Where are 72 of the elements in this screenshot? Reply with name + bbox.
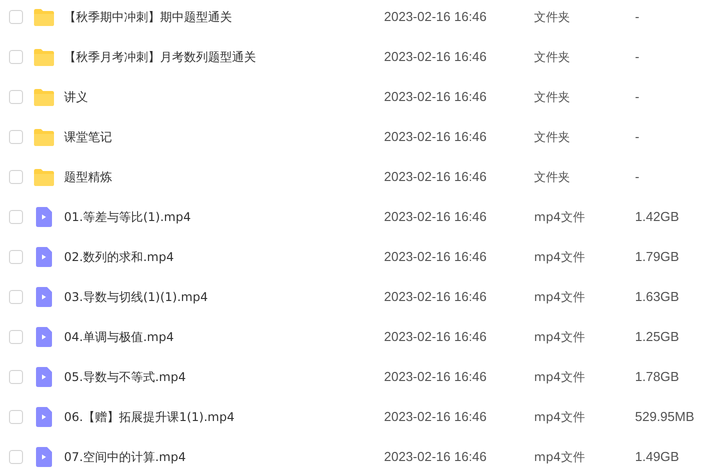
- modified-date: 2023-02-16 16:46: [384, 288, 488, 306]
- folder-icon: [34, 128, 54, 146]
- file-type: mp4文件: [534, 209, 586, 226]
- file-name[interactable]: 【秋季期中冲刺】期中题型通关: [64, 8, 384, 26]
- file-type: 文件夹: [534, 169, 571, 186]
- file-name[interactable]: 01.等差与等比(1).mp4: [64, 208, 384, 226]
- checkbox[interactable]: [9, 250, 23, 264]
- checkbox[interactable]: [9, 10, 23, 24]
- modified-date: 2023-02-16 16:46: [384, 208, 488, 226]
- file-size: -: [635, 88, 640, 106]
- file-size: 1.49GB: [635, 448, 680, 466]
- video-file-icon: [36, 207, 52, 227]
- checkbox[interactable]: [9, 410, 23, 424]
- file-type: 文件夹: [534, 129, 571, 146]
- checkbox[interactable]: [9, 370, 23, 384]
- file-name[interactable]: 讲义: [64, 88, 384, 106]
- checkbox[interactable]: [9, 130, 23, 144]
- file-size: 1.78GB: [635, 368, 680, 386]
- checkbox[interactable]: [9, 170, 23, 184]
- checkbox[interactable]: [9, 50, 23, 64]
- file-type: 文件夹: [534, 9, 571, 26]
- file-size: -: [635, 168, 640, 186]
- file-name[interactable]: 04.单调与极值.mp4: [64, 328, 384, 346]
- file-type: mp4文件: [534, 329, 586, 346]
- file-type: mp4文件: [534, 369, 586, 386]
- folder-icon: [34, 168, 54, 186]
- modified-date: 2023-02-16 16:46: [384, 128, 488, 146]
- folder-icon: [34, 88, 54, 106]
- file-type: 文件夹: [534, 89, 571, 106]
- modified-date: 2023-02-16 16:46: [384, 368, 488, 386]
- modified-date: 2023-02-16 16:46: [384, 408, 488, 426]
- video-file-icon: [36, 367, 52, 387]
- file-name[interactable]: 【秋季月考冲刺】月考数列题型通关: [64, 48, 384, 66]
- video-file-icon: [36, 447, 52, 467]
- modified-date: 2023-02-16 16:46: [384, 88, 488, 106]
- file-type: mp4文件: [534, 249, 586, 266]
- modified-date: 2023-02-16 16:46: [384, 168, 488, 186]
- file-name[interactable]: 06.【赠】拓展提升课1(1).mp4: [64, 408, 384, 426]
- file-name[interactable]: 03.导数与切线(1)(1).mp4: [64, 288, 384, 306]
- modified-date: 2023-02-16 16:46: [384, 248, 488, 266]
- video-file-icon: [36, 287, 52, 307]
- video-file-icon: [36, 247, 52, 267]
- modified-date: 2023-02-16 16:46: [384, 48, 488, 66]
- video-file-icon: [36, 327, 52, 347]
- checkbox[interactable]: [9, 90, 23, 104]
- file-name[interactable]: 05.导数与不等式.mp4: [64, 368, 384, 386]
- file-name[interactable]: 02.数列的求和.mp4: [64, 248, 384, 266]
- file-name[interactable]: 课堂笔记: [64, 128, 384, 146]
- folder-icon: [34, 8, 54, 26]
- folder-icon: [34, 48, 54, 66]
- checkbox[interactable]: [9, 210, 23, 224]
- file-size: 529.95MB: [635, 408, 694, 426]
- file-size: 1.25GB: [635, 328, 680, 346]
- file-size: 1.42GB: [635, 208, 680, 226]
- file-size: 1.79GB: [635, 248, 680, 266]
- file-name[interactable]: 题型精炼: [64, 168, 384, 186]
- video-file-icon: [36, 407, 52, 427]
- file-size: -: [635, 128, 640, 146]
- checkbox[interactable]: [9, 330, 23, 344]
- modified-date: 2023-02-16 16:46: [384, 448, 488, 466]
- file-size: -: [635, 8, 640, 26]
- file-type: mp4文件: [534, 409, 586, 426]
- checkbox[interactable]: [9, 290, 23, 304]
- modified-date: 2023-02-16 16:46: [384, 8, 488, 26]
- file-type: mp4文件: [534, 289, 586, 306]
- file-size: 1.63GB: [635, 288, 680, 306]
- file-size: -: [635, 48, 640, 66]
- checkbox[interactable]: [9, 450, 23, 464]
- file-name[interactable]: 07.空间中的计算.mp4: [64, 448, 384, 466]
- modified-date: 2023-02-16 16:46: [384, 328, 488, 346]
- file-type: 文件夹: [534, 49, 571, 66]
- file-type: mp4文件: [534, 449, 586, 466]
